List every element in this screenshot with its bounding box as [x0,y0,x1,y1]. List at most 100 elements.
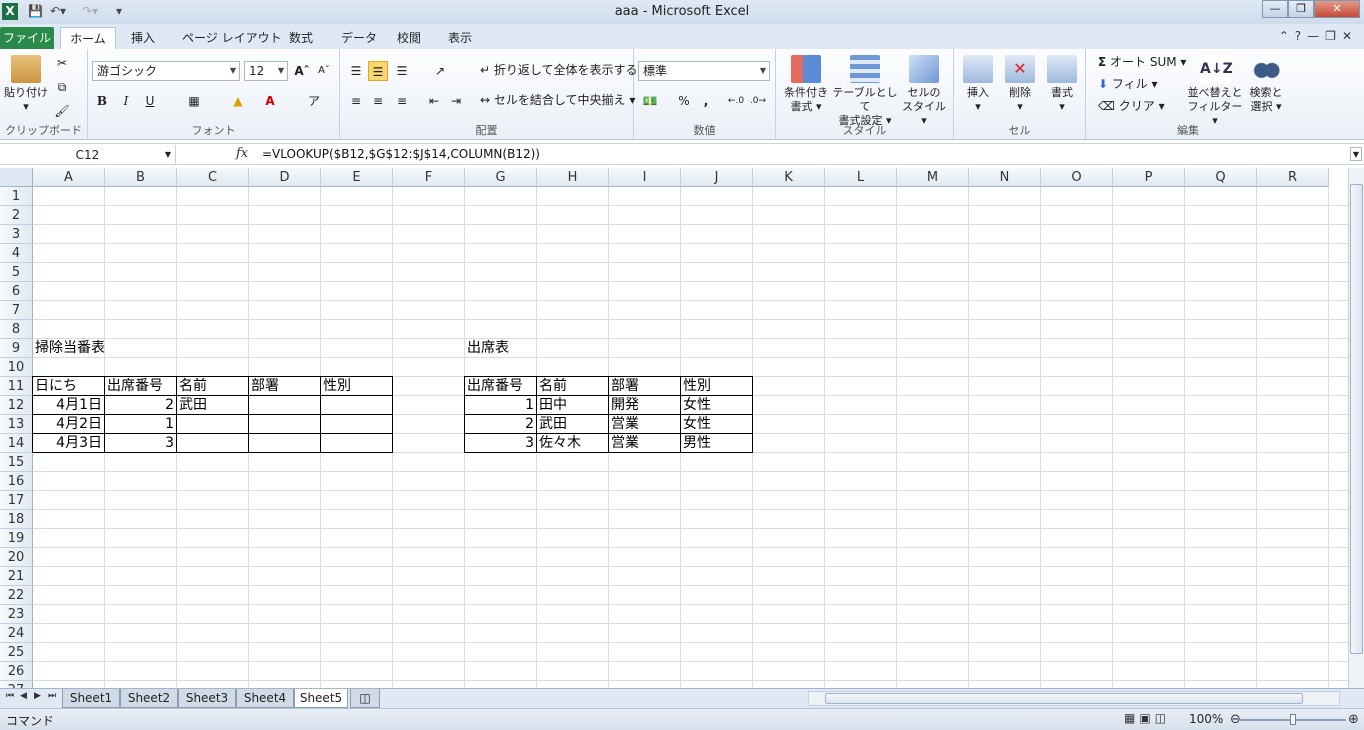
row-header-2[interactable]: 2 [0,206,33,225]
sort-filter-button[interactable]: A↓Z 並べ替えと フィルター ▾ [1186,55,1244,128]
table-cell[interactable] [321,415,393,434]
row-header-22[interactable]: 22 [0,586,33,605]
tab-data[interactable]: データ [341,27,377,49]
vertical-scroll-thumb[interactable] [1350,184,1363,654]
vertical-scrollbar[interactable] [1348,168,1364,688]
row-header-12[interactable]: 12 [0,396,33,415]
table-cell[interactable]: 1 [465,396,537,415]
table-cell[interactable]: 佐々木 [537,434,609,453]
table-cell[interactable]: 武田 [177,396,249,415]
row-header-3[interactable]: 3 [0,225,33,244]
table-header-cell[interactable]: 名前 [177,377,249,396]
align-center-icon[interactable]: ≡ [368,91,388,111]
tab-insert[interactable]: 挿入 [131,27,155,49]
table-header-cell[interactable]: 性別 [321,377,393,396]
zoom-slider-knob[interactable] [1290,714,1296,725]
find-select-button[interactable]: 検索と 選択 ▾ [1244,55,1288,114]
tab-file[interactable]: ファイル [0,27,54,49]
table-header-cell[interactable]: 性別 [681,377,753,396]
table-cell[interactable]: 4月3日 [33,434,105,453]
row-header-16[interactable]: 16 [0,472,33,491]
row-header-13[interactable]: 13 [0,415,33,434]
horizontal-scrollbar[interactable] [808,691,1340,706]
prev-sheet-icon[interactable]: ◀ [20,691,27,701]
increase-indent-icon[interactable]: ⇥ [446,91,466,111]
column-header-c[interactable]: C [177,168,249,187]
cell-styles-button[interactable]: セルの スタイル ▾ [898,55,950,128]
column-header-n[interactable]: N [969,168,1041,187]
insert-sheet-icon[interactable]: ◫ [350,689,380,708]
name-box[interactable]: C12 ▼ [0,145,176,165]
grow-font-icon[interactable]: Aˆ [292,61,312,81]
table-cell[interactable] [321,396,393,415]
sheet-tab-sheet4[interactable]: Sheet4 [236,689,294,708]
column-header-o[interactable]: O [1041,168,1113,187]
font-name-select[interactable]: 游ゴシック ▼ [92,61,240,81]
italic-button[interactable]: I [116,91,136,111]
formula-input[interactable]: =VLOOKUP($B12,$G$12:$J$14,COLUMN(B12)) [262,147,540,161]
autosum-button[interactable]: Σ オート SUM ▾ [1098,53,1186,71]
column-header-e[interactable]: E [321,168,393,187]
column-header-f[interactable]: F [393,168,465,187]
sheet-tab-sheet1[interactable]: Sheet1 [62,689,120,708]
last-sheet-icon[interactable]: ⏭ [48,691,56,701]
column-header-b[interactable]: B [105,168,177,187]
number-format-select[interactable]: 標準 ▼ [638,61,770,81]
column-header-g[interactable]: G [465,168,537,187]
horizontal-scroll-thumb[interactable] [825,693,1303,704]
conditional-formatting-button[interactable]: 条件付き 書式 ▾ [780,55,832,114]
table-cell[interactable] [249,415,321,434]
table-header-cell[interactable]: 部署 [249,377,321,396]
ribbon-window-controls[interactable]: ⌃?—❐✕ [1279,29,1358,43]
restore-button[interactable]: ❐ [1288,0,1314,18]
orientation-icon[interactable]: ↗ [430,61,450,81]
table-cell[interactable]: 開発 [609,396,681,415]
row-header-26[interactable]: 26 [0,662,33,681]
borders-icon[interactable]: ▦ [184,91,204,111]
table-cell[interactable]: 女性 [681,415,753,434]
table-cell[interactable] [249,434,321,453]
row-header-14[interactable]: 14 [0,434,33,453]
table-cell[interactable]: 女性 [681,396,753,415]
fill-color-icon[interactable]: ▲ [228,91,248,111]
row-header-18[interactable]: 18 [0,510,33,529]
format-as-table-button[interactable]: テーブルとして 書式設定 ▾ [832,55,898,128]
table-header-cell[interactable]: 日にち [33,377,105,396]
cell-title-cleaning-duty[interactable]: 掃除当番表 [33,339,105,358]
row-header-20[interactable]: 20 [0,548,33,567]
row-header-15[interactable]: 15 [0,453,33,472]
align-top-icon[interactable]: ☰ [346,61,366,81]
insert-cells-button[interactable]: 挿入 ▾ [958,55,998,114]
row-header-5[interactable]: 5 [0,263,33,282]
decrease-indent-icon[interactable]: ⇤ [424,91,444,111]
align-bottom-icon[interactable]: ☰ [392,61,412,81]
zoom-in-icon[interactable]: ⊕ [1348,712,1359,727]
close-button[interactable]: ✕ [1314,0,1360,18]
currency-icon[interactable]: 💵 [640,91,660,111]
merge-center-button[interactable]: ↔ セルを結合して中央揃え ▾ [480,91,635,109]
column-header-l[interactable]: L [825,168,897,187]
font-size-select[interactable]: 12 ▼ [244,61,288,81]
sheet-tab-sheet5[interactable]: Sheet5 [294,689,348,708]
zoom-slider[interactable] [1240,714,1346,725]
shrink-font-icon[interactable]: Aˇ [314,61,334,81]
delete-cells-button[interactable]: ✕ 削除 ▾ [1000,55,1040,114]
row-header-4[interactable]: 4 [0,244,33,263]
increase-decimal-icon[interactable]: ←.0 [726,91,746,111]
column-header-h[interactable]: H [537,168,609,187]
tab-formulas[interactable]: 数式 [289,27,313,49]
table-cell[interactable] [321,434,393,453]
table-cell[interactable]: 1 [105,415,177,434]
minimize-button[interactable]: — [1262,0,1288,18]
align-left-icon[interactable]: ≡ [346,91,366,111]
underline-button[interactable]: U [140,91,160,111]
table-cell[interactable]: 3 [105,434,177,453]
tab-home[interactable]: ホーム [60,27,116,49]
table-cell[interactable]: 営業 [609,415,681,434]
paste-button[interactable]: 貼り付け ▾ [4,55,48,114]
cut-icon[interactable]: ✂ [52,53,72,73]
percent-button[interactable]: % [674,91,694,111]
align-right-icon[interactable]: ≡ [392,91,412,111]
row-header-6[interactable]: 6 [0,282,33,301]
row-header-10[interactable]: 10 [0,358,33,377]
